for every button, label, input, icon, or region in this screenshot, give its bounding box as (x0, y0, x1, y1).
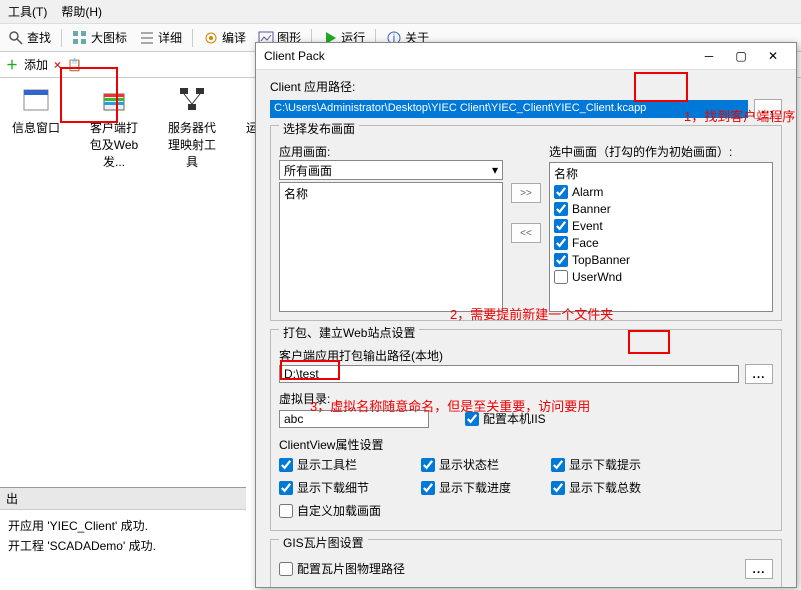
config-iis-check[interactable]: 配置本机IIS (465, 410, 546, 427)
gear-icon (203, 30, 219, 46)
menu-tools[interactable]: 工具(T) (8, 3, 47, 20)
selected-pic-label: 选中画面（打勾的作为初始画面）: (549, 143, 773, 160)
publish-picture-group: 选择发布画面 应用画面: 所有画面 ▾ 名称 >> << (270, 125, 782, 321)
minimize-button[interactable]: ─ (694, 47, 724, 65)
dialog-title: Client Pack (264, 49, 325, 63)
pack-web-group: 打包、建立Web站点设置 客户端应用打包输出路径(本地) ... 虚拟目录: 配… (270, 329, 782, 531)
list-item[interactable]: UserWnd (554, 270, 768, 284)
group-title: 选择发布画面 (279, 120, 359, 137)
name-header: 名称 (284, 185, 498, 202)
infowindow-button[interactable]: 信息窗口 (8, 84, 64, 170)
list-item[interactable]: Alarm (554, 185, 768, 199)
path-label: Client 应用路径: (270, 78, 355, 95)
browse-gis-button[interactable]: ... (745, 559, 773, 579)
group-title: 打包、建立Web站点设置 (279, 324, 419, 341)
chevron-down-icon: ▾ (492, 163, 498, 177)
client-path-field[interactable]: C:\Users\Administrator\Desktop\YIEC Clie… (270, 100, 748, 118)
gis-path-check[interactable]: 配置瓦片图物理路径 (279, 560, 405, 577)
list-icon (139, 30, 155, 46)
menubar: 工具(T) 帮助(H) (0, 0, 801, 24)
list-item[interactable]: TopBanner (554, 253, 768, 267)
dialog-titlebar: Client Pack ─ ▢ ✕ (256, 43, 796, 70)
bigicon-button[interactable]: 大图标 (68, 27, 131, 48)
vdir-label: 虚拟目录: (279, 390, 773, 407)
checkbox[interactable] (465, 412, 479, 426)
clientview-label: ClientView属性设置 (279, 436, 773, 453)
add-icon[interactable]: ＋ (6, 56, 18, 73)
list-item[interactable]: Banner (554, 202, 768, 216)
output-body: 开应用 'YIEC_Client' 成功. 开工程 'SCADADemo' 成功… (0, 510, 246, 590)
check-progress[interactable]: 显示下载进度 (421, 479, 511, 496)
list-item[interactable]: Event (554, 219, 768, 233)
vdir-input[interactable] (279, 410, 429, 428)
selected-listbox[interactable]: 名称 Alarm Banner Event Face TopBanner UserWnd (549, 162, 773, 312)
output-line: 开工程 'SCADADemo' 成功. (8, 536, 238, 556)
clientpack-dialog: Client Pack ─ ▢ ✕ Client 应用路径: C:\Users\… (255, 42, 797, 588)
network-icon (176, 84, 208, 116)
browse-outpath-button[interactable]: ... (745, 364, 773, 384)
output-panel: 出 开应用 'YIEC_Client' 成功. 开工程 'SCADADemo' … (0, 487, 246, 590)
move-right-button[interactable]: >> (511, 183, 541, 203)
browse-path-button[interactable]: ... (754, 99, 782, 119)
delete-icon[interactable]: × (54, 58, 61, 72)
grid-icon (72, 30, 88, 46)
check-custom[interactable]: 自定义加载画面 (279, 502, 381, 519)
menu-help[interactable]: 帮助(H) (61, 3, 102, 20)
detail-button[interactable]: 详细 (135, 27, 186, 48)
app-pic-label: 应用画面: (279, 143, 503, 160)
app-pic-select[interactable]: 所有画面 ▾ (279, 160, 503, 180)
move-left-button[interactable]: << (511, 223, 541, 243)
find-button[interactable]: 查找 (4, 27, 55, 48)
output-header: 出 (0, 488, 246, 510)
group-title: GIS瓦片图设置 (279, 534, 368, 551)
check-toolbar[interactable]: 显示工具栏 (279, 456, 381, 473)
close-button[interactable]: ✕ (758, 47, 788, 65)
copy-icon[interactable]: 📋 (67, 58, 82, 72)
source-listbox[interactable]: 名称 (279, 182, 503, 312)
outpath-input[interactable] (279, 365, 739, 383)
check-tip[interactable]: 显示下载提示 (551, 456, 641, 473)
check-total[interactable]: 显示下载总数 (551, 479, 641, 496)
check-detail[interactable]: 显示下载细节 (279, 479, 381, 496)
proxy-button[interactable]: 服务器代理映射工具 (164, 84, 220, 170)
window-icon (20, 84, 52, 116)
gis-group: GIS瓦片图设置 配置瓦片图物理路径 ... (270, 539, 782, 587)
output-line: 开应用 'YIEC_Client' 成功. (8, 516, 238, 536)
add-label[interactable]: 添加 (24, 56, 48, 73)
compile-button[interactable]: 编译 (199, 27, 250, 48)
find-icon (8, 30, 24, 46)
outpath-label: 客户端应用打包输出路径(本地) (279, 347, 773, 364)
name-header: 名称 (554, 165, 768, 182)
check-status[interactable]: 显示状态栏 (421, 456, 511, 473)
package-icon (98, 84, 130, 116)
list-item[interactable]: Face (554, 236, 768, 250)
maximize-button[interactable]: ▢ (726, 47, 756, 65)
clientpack-button[interactable]: 客户端打包及Web发... (86, 84, 142, 170)
